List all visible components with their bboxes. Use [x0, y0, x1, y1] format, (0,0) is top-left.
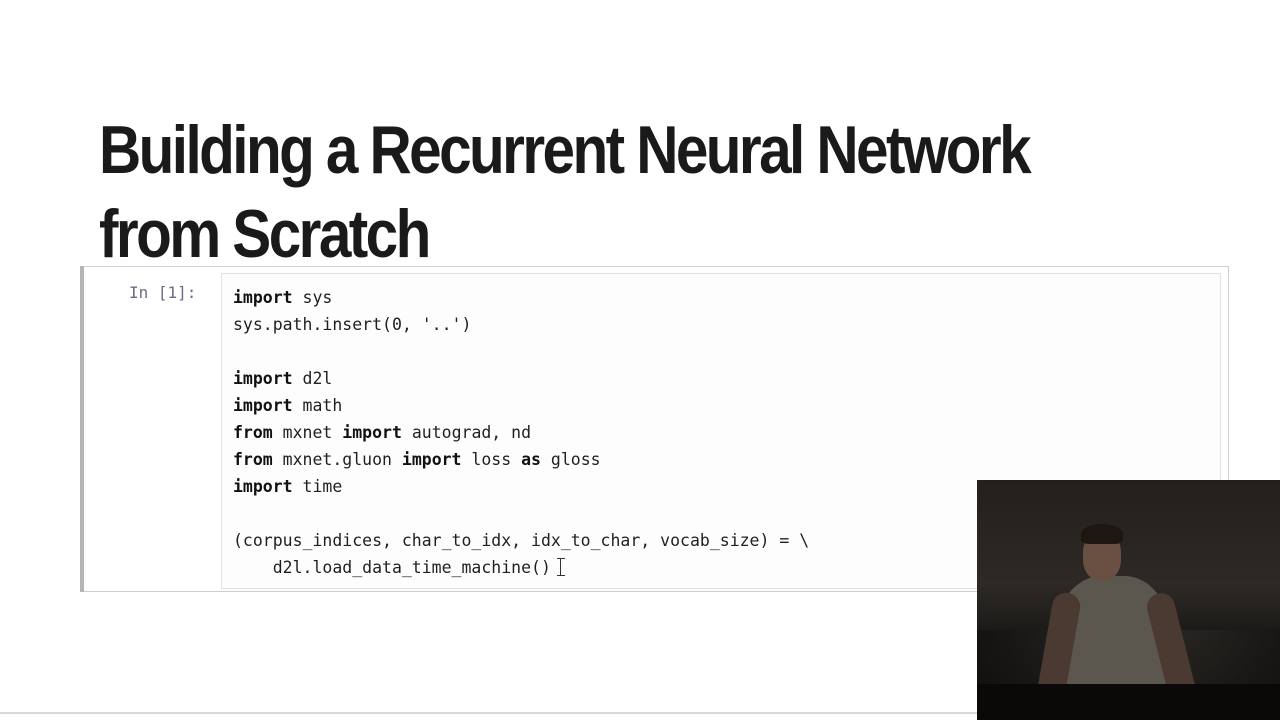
code-line: import sys [233, 288, 332, 307]
code-line: (corpus_indices, char_to_idx, idx_to_cha… [233, 531, 809, 550]
code-keyword: import [233, 369, 293, 388]
code-text: d2l.load_data_time_machine() [233, 558, 551, 577]
code-line: import math [233, 396, 342, 415]
code-keyword: import [401, 450, 462, 469]
code-line: from mxnet import autograd, nd [233, 423, 531, 442]
code-text: math [292, 396, 343, 415]
code-keyword: from [233, 423, 273, 442]
code-line: d2l.load_data_time_machine() [233, 558, 565, 577]
presenter-hair [1081, 524, 1123, 544]
cell-input-prompt: In [1]: [129, 283, 197, 302]
code-line: sys.path.insert(0, '..') [233, 315, 471, 334]
video-desk [977, 684, 1280, 720]
presenter-video [977, 480, 1280, 720]
code-text: loss [461, 450, 522, 469]
code-keyword: import [233, 396, 293, 415]
code-line: import d2l [233, 369, 332, 388]
code-keyword: import [342, 423, 402, 442]
code-line: from mxnet.gluon import loss as gloss [233, 450, 601, 469]
code-text: mxnet.gluon [272, 450, 402, 469]
code-line: import time [233, 477, 342, 496]
code-keyword: as [521, 450, 541, 469]
code-text: d2l [292, 369, 333, 388]
i-beam-cursor-icon [556, 558, 565, 576]
code-text: gloss [540, 450, 601, 469]
cell-selection-bar [80, 266, 84, 592]
code-text: (corpus_indices, char_to_idx, idx_to_cha… [233, 531, 810, 550]
code-text: time [292, 477, 343, 496]
code-keyword: import [233, 477, 293, 496]
code-text: autograd, nd [401, 423, 532, 442]
code-block[interactable]: import sys sys.path.insert(0, '..') impo… [233, 284, 809, 581]
code-keyword: import [233, 288, 293, 307]
slide-title: Building a Recurrent Neural Network from… [99, 112, 1032, 272]
code-text: sys [292, 288, 333, 307]
code-text: sys.path.insert(0, '..') [233, 315, 472, 334]
code-keyword: from [233, 450, 273, 469]
code-text: mxnet [272, 423, 343, 442]
